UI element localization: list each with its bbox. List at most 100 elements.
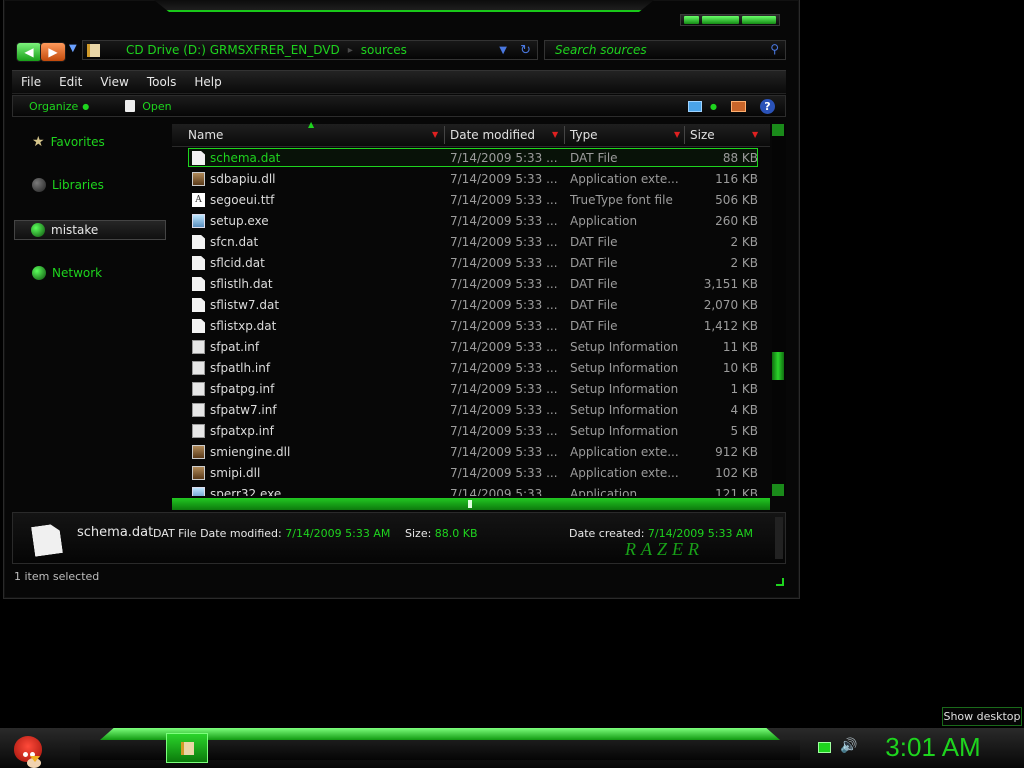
scroll-up-button[interactable] [772,124,784,136]
exe-file-icon [192,214,205,228]
name-filter-icon[interactable]: ▼ [432,130,438,139]
nav-network[interactable]: Network [32,266,102,280]
show-desktop-button[interactable]: Show desktop [942,707,1022,726]
dat-file-icon [192,235,205,249]
address-dropdown-icon[interactable]: ▼ [499,45,507,56]
file-name: sdbapiu.dll [210,172,276,186]
file-row[interactable]: smipi.dll 7/14/2009 5:33 ... Application e… [172,463,770,484]
file-date: 7/14/2009 5:33 ... [450,298,558,312]
organize-button[interactable]: Organize [29,100,78,113]
navigation-pane: ★ Favorites Libraries mistake Network [12,122,170,510]
file-row[interactable]: sflistw7.dat 7/14/2009 5:33 ... DAT File 2,… [172,295,770,316]
open-file-icon [125,100,136,112]
bird-eye [23,752,28,757]
date-filter-icon[interactable]: ▼ [552,130,558,139]
taskbar-explorer-button[interactable] [166,733,208,763]
type-filter-icon[interactable]: ▼ [674,130,680,139]
details-type-label: DAT File Date modified: 7/14/2009 5:33 A… [153,527,390,540]
column-type[interactable]: Type [570,128,598,142]
start-button[interactable] [8,728,48,768]
menu-edit[interactable]: Edit [50,75,91,89]
menu-view[interactable]: View [91,75,137,89]
breadcrumb-separator-icon[interactable]: ▸ [348,45,353,56]
file-row[interactable]: smiengine.dll 7/14/2009 5:33 ... Applicati… [172,442,770,463]
resize-grip-icon[interactable] [776,578,784,586]
organize-dropdown-icon[interactable]: ● [82,102,89,111]
file-type: DAT File [570,319,618,333]
file-row[interactable]: Asegoeui.ttf 7/14/2009 5:33 ... TrueType f… [172,190,770,211]
forward-button[interactable]: ▶ [40,42,66,62]
minimize-button[interactable] [684,16,699,24]
dat-file-icon [192,319,205,333]
search-input[interactable]: Search sources ⚲ [544,40,786,60]
back-button[interactable]: ◀ [16,42,42,62]
breadcrumb-drive[interactable]: CD Drive (D:) GRMSXFRER_EN_DVD [126,43,340,57]
view-dropdown-icon[interactable]: ● [710,102,717,111]
status-text: 1 item selected [14,570,100,583]
file-row[interactable]: sfpatpg.inf 7/14/2009 5:33 ... Setup Infor… [172,379,770,400]
network-tray-icon[interactable] [818,742,831,753]
file-date: 7/14/2009 5:33 ... [450,256,558,270]
file-name: sfpatpg.inf [210,382,275,396]
close-button[interactable] [742,16,776,24]
file-date: 7/14/2009 5:33 ... [450,277,558,291]
menu-tools[interactable]: Tools [138,75,186,89]
nav-homegroup-selected[interactable]: mistake [14,220,166,240]
file-row[interactable]: sperr32.exe 7/14/2009 5:33 ... Application… [172,484,770,496]
horizontal-scroll-thumb[interactable] [468,500,472,508]
help-icon[interactable]: ? [760,98,775,114]
file-row[interactable]: setup.exe 7/14/2009 5:33 ... Application 26… [172,211,770,232]
column-date[interactable]: Date modified [450,128,535,142]
horizontal-scrollbar[interactable] [172,498,770,510]
column-name[interactable]: Name [188,128,223,142]
preview-pane-icon[interactable] [731,100,746,112]
inf-file-icon [192,382,205,396]
column-size[interactable]: Size [690,128,715,142]
menu-bar: File Edit View Tools Help [12,70,786,94]
file-row[interactable]: sflistlh.dat 7/14/2009 5:33 ... DAT File 3,… [172,274,770,295]
file-row[interactable]: sflcid.dat 7/14/2009 5:33 ... DAT File 2 KB [172,253,770,274]
file-list: ▲ Name ▼ Date modified ▼ Type ▼ Size ▼ s… [172,120,786,510]
vertical-scrollbar[interactable] [772,124,786,496]
volume-icon[interactable]: 🔊 [840,738,857,754]
search-icon[interactable]: ⚲ [770,42,779,56]
file-row[interactable]: sfpatw7.inf 7/14/2009 5:33 ... Setup Infor… [172,400,770,421]
nav-favorites[interactable]: ★ Favorites [32,134,105,150]
file-type: Application exte... [570,466,679,480]
file-type: DAT File [570,277,618,291]
file-type: Application [570,214,638,228]
file-name: sfpatw7.inf [210,403,277,417]
dat-file-large-icon [31,523,63,557]
size-filter-icon[interactable]: ▼ [752,130,758,139]
file-row[interactable]: sdbapiu.dll 7/14/2009 5:33 ... Application… [172,169,770,190]
file-size: 1,412 KB [703,319,758,333]
nav-libraries[interactable]: Libraries [32,178,104,192]
scroll-down-button[interactable] [772,484,784,496]
file-row[interactable]: sflistxp.dat 7/14/2009 5:33 ... DAT File 1,… [172,316,770,337]
file-type: DAT File [570,151,618,165]
file-row[interactable]: sfpatlh.inf 7/14/2009 5:33 ... Setup Infor… [172,358,770,379]
menu-file[interactable]: File [12,75,50,89]
change-view-icon[interactable] [688,100,703,112]
vertical-scroll-thumb[interactable] [772,352,784,380]
recent-pages-dropdown[interactable]: ▼ [69,43,77,54]
command-bar: Organize ● Open ● ? [12,95,786,117]
network-icon [32,266,46,280]
maximize-button[interactable] [701,16,740,24]
file-row[interactable]: sfpatxp.inf 7/14/2009 5:33 ... Setup Infor… [172,421,770,442]
file-row[interactable]: schema.dat 7/14/2009 5:33 ... DAT File 88 K… [172,148,770,169]
file-row[interactable]: sfcn.dat 7/14/2009 5:33 ... DAT File 2 KB [172,232,770,253]
refresh-icon[interactable]: ↻ [520,43,531,58]
open-button[interactable]: Open [142,100,171,113]
clock[interactable]: 3:01 AM [878,732,988,763]
details-resize-bar[interactable] [775,517,783,559]
file-name: sfcn.dat [210,235,259,249]
file-type: Application exte... [570,445,679,459]
dat-file-icon [192,298,205,312]
menu-help[interactable]: Help [185,75,230,89]
address-bar[interactable]: CD Drive (D:) GRMSXFRER_EN_DVD ▸ sources… [82,40,538,60]
file-type: DAT File [570,235,618,249]
file-name: setup.exe [210,214,269,228]
breadcrumb-folder[interactable]: sources [361,43,407,57]
file-row[interactable]: sfpat.inf 7/14/2009 5:33 ... Setup Informa… [172,337,770,358]
